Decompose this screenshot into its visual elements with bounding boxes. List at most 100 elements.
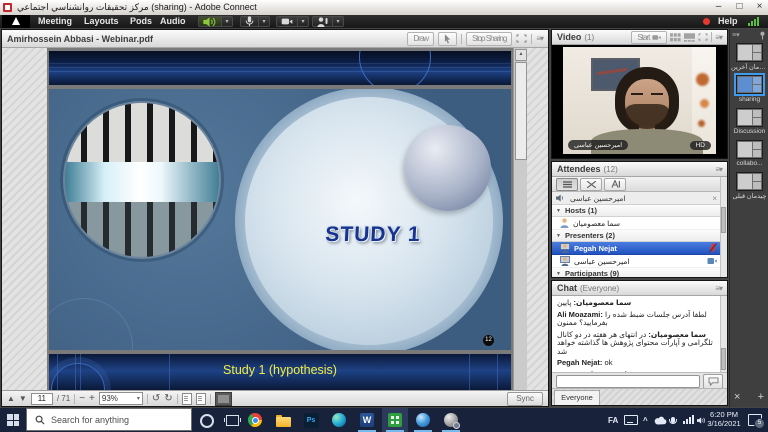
taskbar-edge[interactable] [326, 408, 352, 432]
breakout-view-button[interactable] [580, 178, 602, 191]
attendees-pod-menu-icon[interactable]: ≡▾ [715, 165, 722, 174]
rotate-right-button[interactable]: ↻ [164, 393, 172, 404]
fullscreen-icon[interactable] [516, 34, 527, 43]
network-tray-item[interactable] [683, 408, 694, 432]
attendee-row-host[interactable]: سما معصومیان [552, 217, 721, 230]
edge-icon [332, 413, 346, 427]
chat-bubble-icon [708, 377, 719, 386]
scrollbar-thumb[interactable] [515, 62, 527, 160]
next-page-button[interactable]: ▼ [19, 394, 27, 403]
chat-message: Pegah Nejat: ok [557, 359, 716, 368]
mic-button[interactable] [240, 16, 259, 27]
tab-everyone[interactable]: Everyone [554, 390, 600, 405]
taskbar-clock[interactable]: 6:20 PM 3/16/2021 [706, 411, 742, 428]
add-layout-button[interactable]: + [758, 392, 764, 403]
webcam-dropdown[interactable]: ▾ [298, 16, 309, 27]
sync-button[interactable]: Sync [507, 392, 543, 406]
menu-layouts[interactable]: Layouts [84, 15, 119, 28]
layouts-menu-icon[interactable]: ≡▾ [732, 31, 740, 40]
video-pod-menu-icon[interactable]: ≡▾ [715, 33, 722, 42]
taskbar-disc-app[interactable] [438, 408, 464, 432]
status-button[interactable] [312, 16, 333, 27]
help-menu[interactable]: Help [718, 15, 738, 28]
layout-thumb-discussion[interactable] [736, 108, 763, 127]
delete-layout-button[interactable]: × [734, 392, 740, 403]
action-center-icon[interactable]: 5 [748, 414, 762, 426]
group-presenters[interactable]: ▼ Presenters (2) [552, 230, 721, 242]
layout-label-discussion: Discussion [731, 128, 768, 135]
clock-date: 3/16/2021 [706, 420, 742, 429]
chat-pod-menu-icon[interactable]: ≡▾ [715, 284, 722, 293]
draw-button[interactable]: Draw [407, 32, 434, 46]
scroll-up-button[interactable]: ▲ [515, 49, 527, 61]
continuous-view-icon[interactable] [196, 393, 206, 405]
keyboard-tray-item[interactable] [624, 408, 638, 432]
status-view-button[interactable] [604, 178, 626, 191]
share-scrollbar[interactable]: ▲ [513, 48, 527, 390]
layout-thumb-1[interactable] [736, 43, 763, 62]
page-number-input[interactable] [31, 393, 53, 405]
speaker-dropdown[interactable]: ▾ [222, 16, 233, 27]
filmstrip-view-icon[interactable] [684, 33, 695, 42]
stop-sharing-button[interactable]: Stop Sharing [466, 32, 512, 46]
zoom-out-button[interactable]: − [79, 393, 85, 404]
webcam-button[interactable] [276, 16, 298, 27]
taskbar-chrome[interactable] [242, 408, 268, 432]
scrollbar-thumb[interactable] [721, 207, 726, 233]
start-webcam-button[interactable]: Start [631, 31, 667, 44]
attendee-list-view-button[interactable] [556, 178, 578, 191]
rotate-left-button[interactable]: ↺ [152, 393, 160, 404]
mic-tray-item[interactable] [671, 408, 675, 432]
speaker-button[interactable] [198, 16, 222, 27]
task-view-icon[interactable] [226, 415, 239, 426]
taskbar-active-app[interactable] [382, 408, 408, 432]
status-dropdown[interactable]: ▾ [333, 16, 344, 27]
previous-page-button[interactable]: ▲ [7, 394, 15, 403]
group-participants[interactable]: ▼ Participants (9) [552, 268, 721, 278]
scrollbar-thumb[interactable] [721, 348, 726, 370]
onedrive-tray-item[interactable] [654, 408, 668, 432]
taskbar-word[interactable]: W [354, 408, 380, 432]
taskbar-globe-app[interactable] [410, 408, 436, 432]
attendees-scrollbar[interactable] [720, 177, 727, 277]
taskbar-photoshop[interactable]: Ps [298, 408, 324, 432]
attendees-pod-title: Attendees [557, 164, 601, 174]
speaker-control: ▾ [198, 16, 233, 27]
zoom-in-button[interactable]: + [89, 393, 95, 404]
maximize-button[interactable]: □ [731, 1, 748, 13]
pin-icon[interactable] [759, 31, 766, 40]
pointer-button[interactable] [438, 32, 457, 46]
attendee-row-presenter[interactable]: امیرحسین عباسی [552, 255, 721, 268]
single-page-view-icon[interactable] [182, 393, 192, 405]
attendee-row-presenter-selected[interactable]: Pegah Nejat [552, 242, 721, 255]
thumbnails-toggle-icon[interactable] [215, 392, 232, 406]
layout-thumb-sharing[interactable] [736, 75, 763, 94]
chat-scrollbar[interactable] [720, 296, 727, 372]
minimize-button[interactable]: – [710, 1, 727, 13]
cortana-icon[interactable] [200, 414, 214, 428]
taskbar-explorer[interactable] [270, 408, 296, 432]
menu-audio[interactable]: Audio [160, 15, 186, 28]
grid-view-icon[interactable] [670, 33, 681, 42]
adobe-logo [2, 15, 30, 28]
taskbar-search-input[interactable]: Search for anything [26, 408, 192, 431]
zoom-level-select[interactable]: 93%▾ [99, 392, 143, 405]
menu-pods[interactable]: Pods [130, 15, 152, 28]
dismiss-speaker-icon[interactable]: × [712, 194, 717, 203]
tray-overflow-chevron[interactable]: ^ [643, 408, 648, 432]
chat-message-input[interactable] [556, 375, 700, 388]
menu-meeting[interactable]: Meeting [38, 15, 72, 28]
volume-tray-item[interactable] [697, 408, 706, 432]
layout-thumb-5[interactable] [736, 172, 763, 191]
mic-dropdown[interactable]: ▾ [259, 16, 270, 27]
fullscreen-icon[interactable] [698, 33, 708, 41]
share-pod-menu-icon[interactable]: ≡▾ [536, 34, 543, 43]
chat-scope: (Everyone) [580, 284, 619, 293]
start-button[interactable] [0, 408, 26, 432]
language-indicator[interactable]: FA [608, 408, 618, 432]
close-button[interactable]: × [751, 1, 768, 13]
layout-thumb-collaboration[interactable] [736, 140, 763, 159]
group-hosts[interactable]: ▼ Hosts (1) [552, 205, 721, 217]
mic-control: ▾ [240, 16, 270, 27]
chat-send-button[interactable] [703, 374, 723, 389]
